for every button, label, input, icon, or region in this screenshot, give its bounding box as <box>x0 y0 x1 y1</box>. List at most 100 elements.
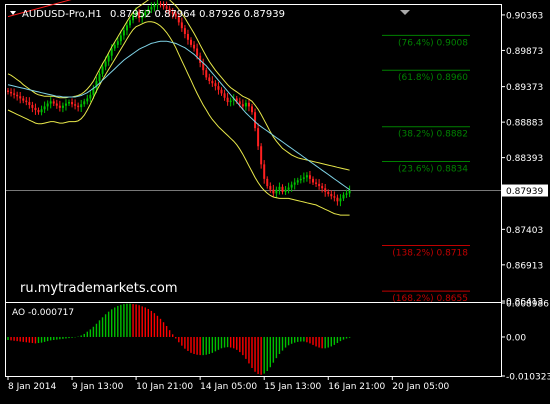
price-tick-label: 0.88393 <box>506 154 543 164</box>
price-tick-label: 0.87939 <box>506 187 543 197</box>
candle-body <box>312 178 314 183</box>
candle-body <box>86 98 89 102</box>
candle-body <box>95 81 98 89</box>
candle-body <box>52 101 55 104</box>
candle-body <box>254 112 257 129</box>
candle-body <box>281 186 284 192</box>
candle-body <box>125 25 128 31</box>
ao-tick-label: -0.010323 <box>506 373 550 383</box>
candle-body <box>324 188 327 192</box>
candle-body <box>217 86 220 90</box>
price-tick-label: 0.90363 <box>506 11 543 21</box>
candle-body <box>43 106 46 110</box>
candle-body <box>327 191 330 195</box>
candle-body <box>107 55 110 62</box>
time-tick-label: 9 Jan 13:00 <box>72 382 124 392</box>
symbol-header: AUDUSD-Pro,H1 0.87952 0.87964 0.87926 0.… <box>10 9 285 20</box>
candle-body <box>55 103 58 106</box>
time-tick-label: 14 Jan 05:00 <box>200 382 257 392</box>
candle-body <box>28 102 31 105</box>
candle-body <box>37 110 40 113</box>
ohlc-values: 0.87952 0.87964 0.87926 0.87939 <box>110 9 285 20</box>
candle-body <box>260 146 263 165</box>
candle-body <box>77 105 80 108</box>
candle-body <box>64 103 67 106</box>
price-tick-label: 0.88883 <box>506 119 543 129</box>
candle-body <box>34 107 37 111</box>
fib-level-label: (23.6%) 0.8834 <box>398 164 468 174</box>
candle-body <box>223 93 226 98</box>
candle-body <box>58 105 61 108</box>
candle-body <box>22 98 25 101</box>
time-tick-label: 20 Jan 05:00 <box>392 382 449 392</box>
candle-body <box>266 178 269 187</box>
chart-canvas: (76.4%) 0.9008 (61.8%) 0.8960 (38.2%) 0.88… <box>0 0 550 400</box>
candle-body <box>238 101 241 105</box>
candle-body <box>31 104 34 108</box>
candle-body <box>116 41 119 45</box>
candle-body <box>71 102 74 105</box>
fib-level-label: (168.2%) 0.8655 <box>392 294 468 304</box>
candle-body <box>333 196 336 198</box>
candle-body <box>61 105 64 108</box>
candle-body <box>13 93 16 95</box>
candle-body <box>104 61 107 67</box>
candle-body <box>321 186 324 189</box>
candle-body <box>49 101 52 104</box>
fib-level-label: (38.2%) 0.8882 <box>398 130 468 140</box>
candle-body <box>10 91 13 94</box>
candle-body <box>220 89 223 94</box>
candle-body <box>278 186 281 190</box>
candle-body <box>156 3 159 5</box>
candle-body <box>296 180 299 183</box>
candle-body <box>98 73 101 82</box>
candle-body <box>287 187 290 190</box>
ao-tick-label: 0.00 <box>506 333 526 343</box>
candle-body <box>46 103 49 107</box>
candle-body <box>40 109 43 113</box>
candle-body <box>119 35 122 42</box>
candle-body <box>74 104 77 106</box>
candle-body <box>101 66 104 74</box>
candle-body <box>186 33 189 40</box>
price-axis: 0.90363 0.89873 0.89373 0.88883 0.88393 0.879… <box>501 11 548 308</box>
candle-body <box>16 94 19 97</box>
fib-level-label: (61.8%) 0.8960 <box>398 73 468 83</box>
candle-body <box>290 184 293 188</box>
candle-body <box>336 197 339 202</box>
candle-body <box>190 39 192 45</box>
candle-body <box>208 77 211 82</box>
candle-body <box>269 186 272 190</box>
watermark-text: ru.mytrademarkets.com <box>20 281 178 296</box>
candle-body <box>284 189 287 192</box>
price-tick-label: 0.89373 <box>506 83 543 93</box>
candle-body <box>263 164 266 179</box>
candle-body <box>293 182 296 185</box>
candle-body <box>275 189 278 194</box>
time-tick-label: 16 Jan 21:00 <box>328 382 385 392</box>
fib-level-label: (138.2%) 0.8718 <box>392 248 468 258</box>
fib-level-label: (76.4%) 0.9008 <box>398 38 468 48</box>
time-tick-label: 8 Jan 2014 <box>8 382 56 392</box>
candle-body <box>162 5 165 7</box>
price-tick-label: 0.87403 <box>506 226 543 236</box>
candle-body <box>244 102 247 107</box>
candle-body <box>205 70 208 78</box>
candle-body <box>342 194 345 199</box>
price-tick-label: 0.86913 <box>506 261 543 271</box>
candle-body <box>89 94 92 99</box>
candle-body <box>257 128 260 147</box>
candle-body <box>241 104 244 107</box>
candle-body <box>348 190 351 194</box>
candle-body <box>229 100 232 103</box>
ao-tick-label: 0.008986 <box>506 300 549 310</box>
candle-body <box>302 177 305 179</box>
candle-body <box>183 28 186 34</box>
time-tick-label: 10 Jan 21:00 <box>136 382 193 392</box>
candle-body <box>68 102 70 104</box>
candle-body <box>159 3 162 5</box>
candle-body <box>122 30 125 36</box>
candle-body <box>318 183 321 187</box>
candle-body <box>180 22 183 29</box>
candle-body <box>339 198 342 202</box>
